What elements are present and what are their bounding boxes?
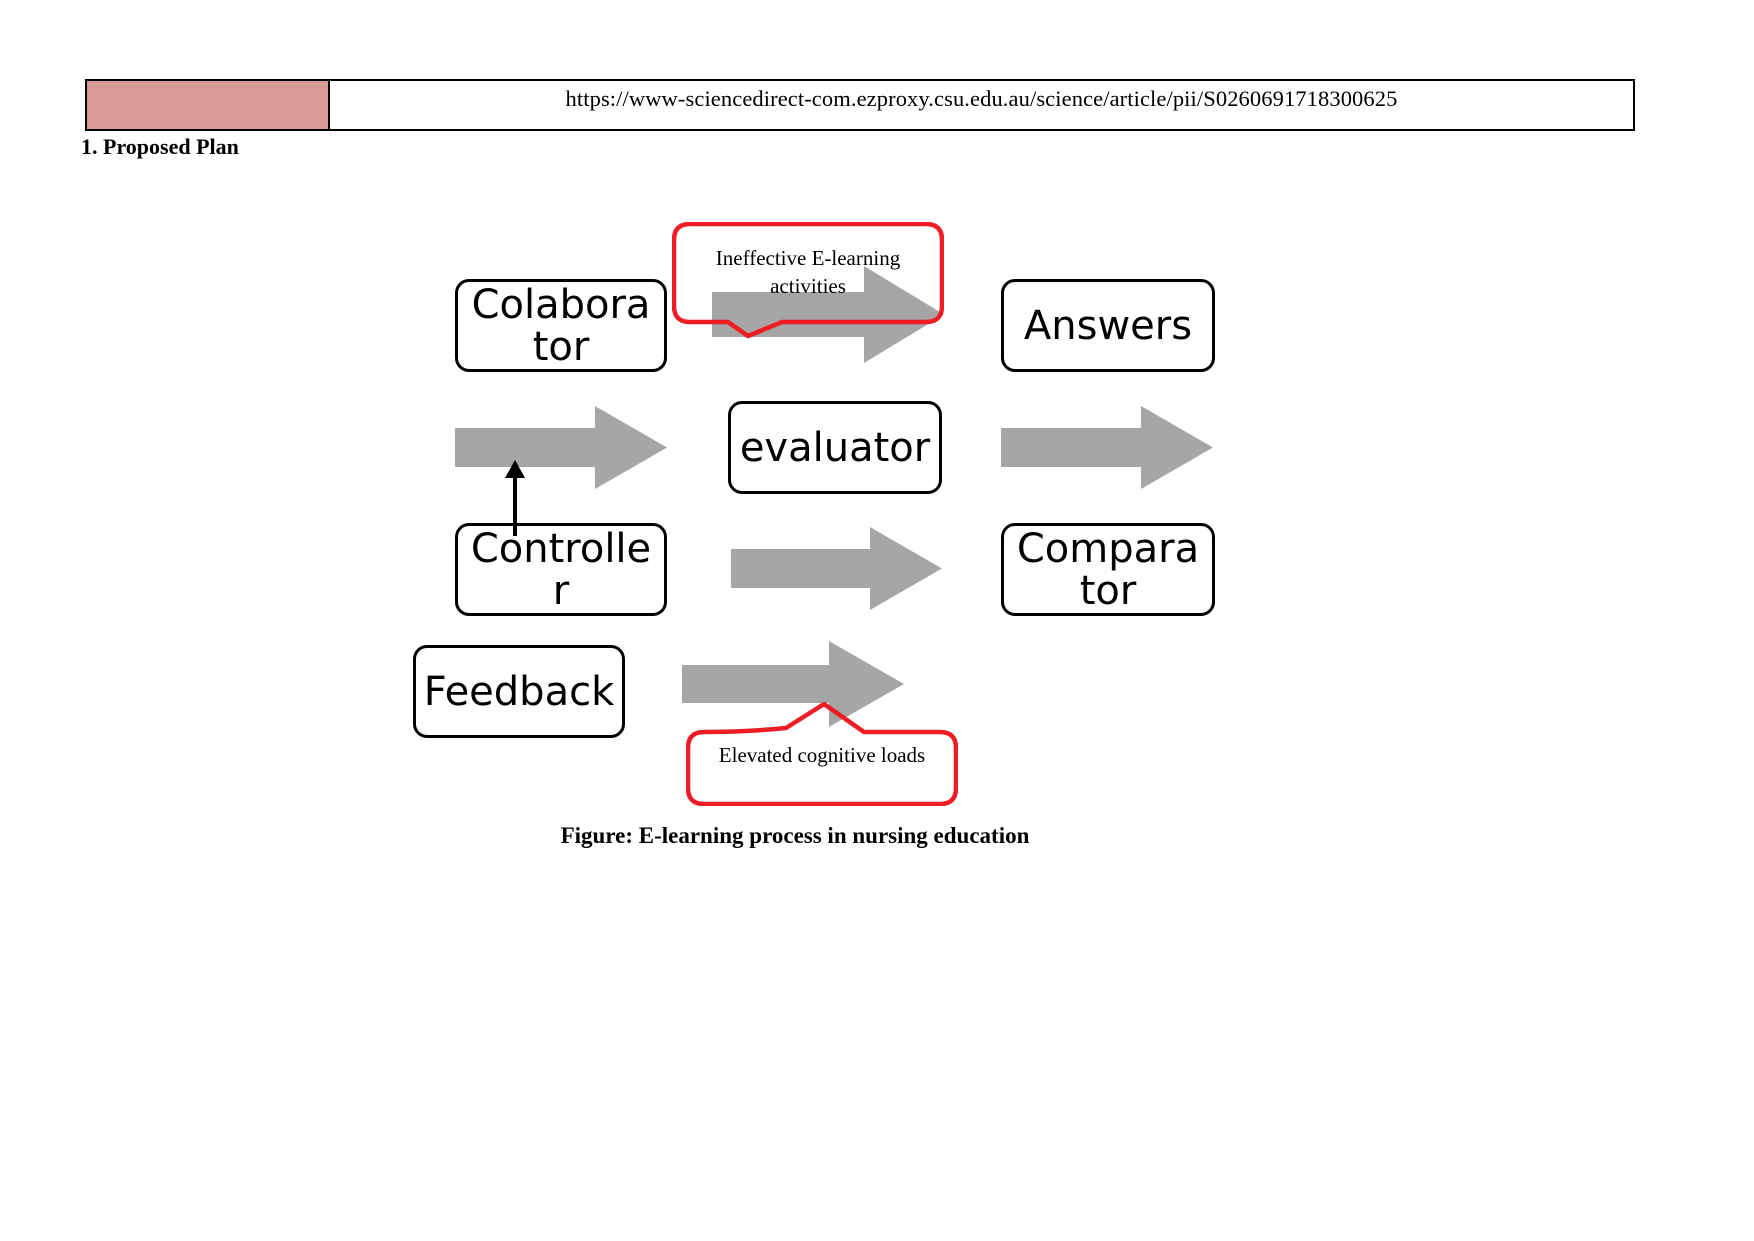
callout-ineffective-elearning[interactable]: Ineffective E-learning activities [672, 222, 944, 340]
header-url-cell: https://www-sciencedirect-com.ezproxy.cs… [330, 81, 1633, 129]
callout-line-1: Ineffective E-learning [715, 246, 901, 270]
process-box-label: evaluator [739, 424, 931, 471]
callout-text: Ineffective E-learning activities [672, 245, 944, 300]
block-arrow-right-midleft [455, 406, 667, 489]
process-box-answers[interactable]: Answers [1001, 279, 1215, 372]
header-url-text: https://www-sciencedirect-com.ezproxy.cs… [565, 86, 1398, 111]
process-box-comparator[interactable]: Comparator [1001, 523, 1215, 616]
callout-text: Elevated cognitive loads [686, 742, 958, 770]
header-url-table: https://www-sciencedirect-com.ezproxy.cs… [85, 79, 1635, 131]
callout-elevated-cognitive-loads[interactable]: Elevated cognitive loads [686, 702, 958, 806]
process-box-label: Colaborator [471, 281, 651, 370]
callout-line-2: activities [770, 273, 846, 298]
process-box-label: Answers [1023, 302, 1193, 349]
process-box-label: Feedback [423, 668, 615, 715]
elearning-process-diagram: Colaborator Answers evaluator Controller… [0, 0, 1754, 1241]
callout-line-1: Elevated cognitive loads [718, 743, 926, 767]
process-box-label: Comparator [1016, 525, 1200, 614]
header-color-cell [87, 81, 330, 129]
block-arrow-right-row3 [731, 527, 942, 610]
process-box-colaborator[interactable]: Colaborator [455, 279, 667, 372]
process-box-feedback[interactable]: Feedback [413, 645, 625, 738]
process-box-label: Controller [470, 525, 652, 614]
block-arrow-right-midright [1001, 406, 1213, 489]
page-title: 1. Proposed Plan [81, 134, 239, 159]
feedback-arrow-up [495, 458, 535, 536]
figure-caption: Figure: E-learning process in nursing ed… [560, 823, 1030, 848]
process-box-evaluator[interactable]: evaluator [728, 401, 942, 494]
process-box-controller[interactable]: Controller [455, 523, 667, 616]
